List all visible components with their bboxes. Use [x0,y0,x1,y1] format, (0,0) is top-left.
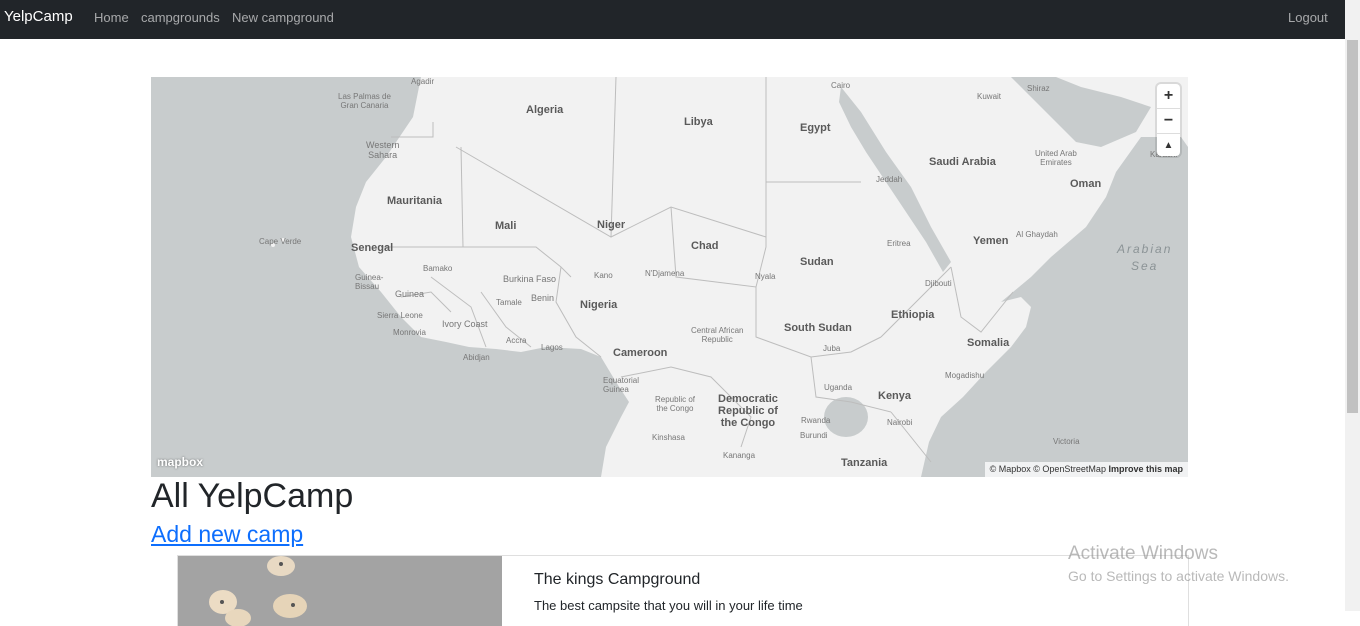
map-label-ivory-coast: Ivory Coast [442,319,488,329]
map-label-egypt: Egypt [800,122,831,134]
map-label-south-sudan: South Sudan [784,322,852,334]
map-label-burkina-faso: Burkina Faso [503,274,557,284]
scrollbar-thumb[interactable] [1347,40,1358,413]
map-label-oman: Oman [1070,178,1102,190]
mapbox-logo[interactable]: mapbox [157,455,203,469]
map-label-chad: Chad [691,240,719,252]
map-label-drc: Democratic Republic of the Congo [718,393,778,429]
improve-map-link[interactable]: Improve this map [1108,464,1183,474]
campground-card: The kings Campground The best campsite t… [177,555,1189,626]
map-label-accra: Accra [506,336,527,345]
map-label-uae: United Arab Emirates [1035,149,1077,167]
campground-image [178,556,502,626]
map-label-kinshasa: Kinshasa [652,433,685,442]
map-label-benin: Benin [531,293,555,303]
map-label-cairo: Cairo [831,81,851,90]
map-label-bamako: Bamako [423,264,453,273]
map-label-victoria: Victoria [1053,437,1080,446]
map-label-mauritania: Mauritania [387,195,443,207]
map-label-al-ghaydah: Al Ghaydah [1016,230,1058,239]
map-label-nyala: Nyala [755,272,776,281]
map-label-abidjan: Abidjan [463,353,490,362]
map-label-rwanda: Rwanda [801,416,831,425]
map-label-burundi: Burundi [800,431,828,440]
map-label-tamale: Tamale [496,298,522,307]
map-label-republic-of-the-congo: Republic of the Congo [655,395,696,413]
activate-windows-title: Activate Windows [1068,543,1218,564]
map-label-mali: Mali [495,220,517,232]
attribution-text[interactable]: © Mapbox © OpenStreetMap [990,464,1106,474]
map-label-jeddah: Jeddah [876,175,903,184]
logout-link[interactable]: Logout [1288,10,1328,25]
map-label-senegal: Senegal [351,242,394,254]
map-label-shiraz: Shiraz [1027,84,1050,93]
map-label-arabian-sea: Arabian Sea [1117,242,1173,273]
cluster-map[interactable]: Algeria Libya Egypt Saudi Arabia Oman Ye… [151,77,1188,477]
map-label-nairobi: Nairobi [887,418,913,427]
map-label-mogadishu: Mogadishu [945,371,985,380]
map-label-yemen: Yemen [973,235,1009,247]
map-label-kano: Kano [594,271,613,280]
map-label-niger: Niger [597,219,626,231]
zoom-out-button[interactable]: − [1157,109,1180,134]
nav-home-link[interactable]: Home [94,10,129,25]
map-label-monrovia: Monrovia [393,328,426,337]
nav-campgrounds-link[interactable]: campgrounds [141,10,220,25]
page-title: All YelpCamp [151,477,354,515]
campground-title: The kings Campground [534,571,701,588]
map-label-guinea: Guinea [395,289,425,299]
map-label-western-sahara: Western Sahara [366,140,400,160]
map-label-guinea-bissau: Guinea- Bissau [355,273,384,291]
map-label-tanzania: Tanzania [841,457,888,469]
map-label-kananga: Kananga [723,451,756,460]
map-label-nigeria: Nigeria [580,299,618,311]
map-label-eritrea: Eritrea [887,239,911,248]
map-label-ethiopia: Ethiopia [891,309,935,321]
add-new-camp-link[interactable]: Add new camp [151,521,303,548]
map-label-saudi-arabia: Saudi Arabia [929,156,996,168]
map-attribution: © Mapbox © OpenStreetMap Improve this ma… [984,462,1188,477]
map-label-lagos: Lagos [541,343,563,352]
map-label-equatorial-guinea: Equatorial Guinea [603,376,640,394]
map-navigation-control: + − ▲ [1157,84,1180,156]
map-label-somalia: Somalia [967,337,1010,349]
map-label-algeria: Algeria [526,104,564,116]
map-label-juba: Juba [823,344,841,353]
map-label-kuwait: Kuwait [977,92,1002,101]
map-label-djibouti: Djibouti [925,279,952,288]
zoom-in-button[interactable]: + [1157,84,1180,109]
map-label-ndjamena: N'Djamena [645,269,685,278]
navbar: YelpCamp Home campgrounds New campground… [0,0,1345,39]
map-label-las-palmas: Las Palmas de Gran Canaria [338,92,391,110]
map-label-uganda: Uganda [824,383,853,392]
map-label-sierra-leone: Sierra Leone [377,311,423,320]
map-label-cameroon: Cameroon [613,347,668,359]
map-label-agadir: Agadir [411,77,435,86]
map-label-sudan: Sudan [800,256,834,268]
nav-new-campground-link[interactable]: New campground [232,10,334,25]
map-label-libya: Libya [684,116,713,128]
map-label-cape-verde: Cape Verde [259,237,302,246]
activate-windows-subtitle: Go to Settings to activate Windows. [1068,568,1289,584]
map-label-kenya: Kenya [878,390,912,402]
map-label-car: Central African Republic [691,326,744,344]
compass-button[interactable]: ▲ [1157,134,1180,158]
brand-link[interactable]: YelpCamp [4,8,73,25]
